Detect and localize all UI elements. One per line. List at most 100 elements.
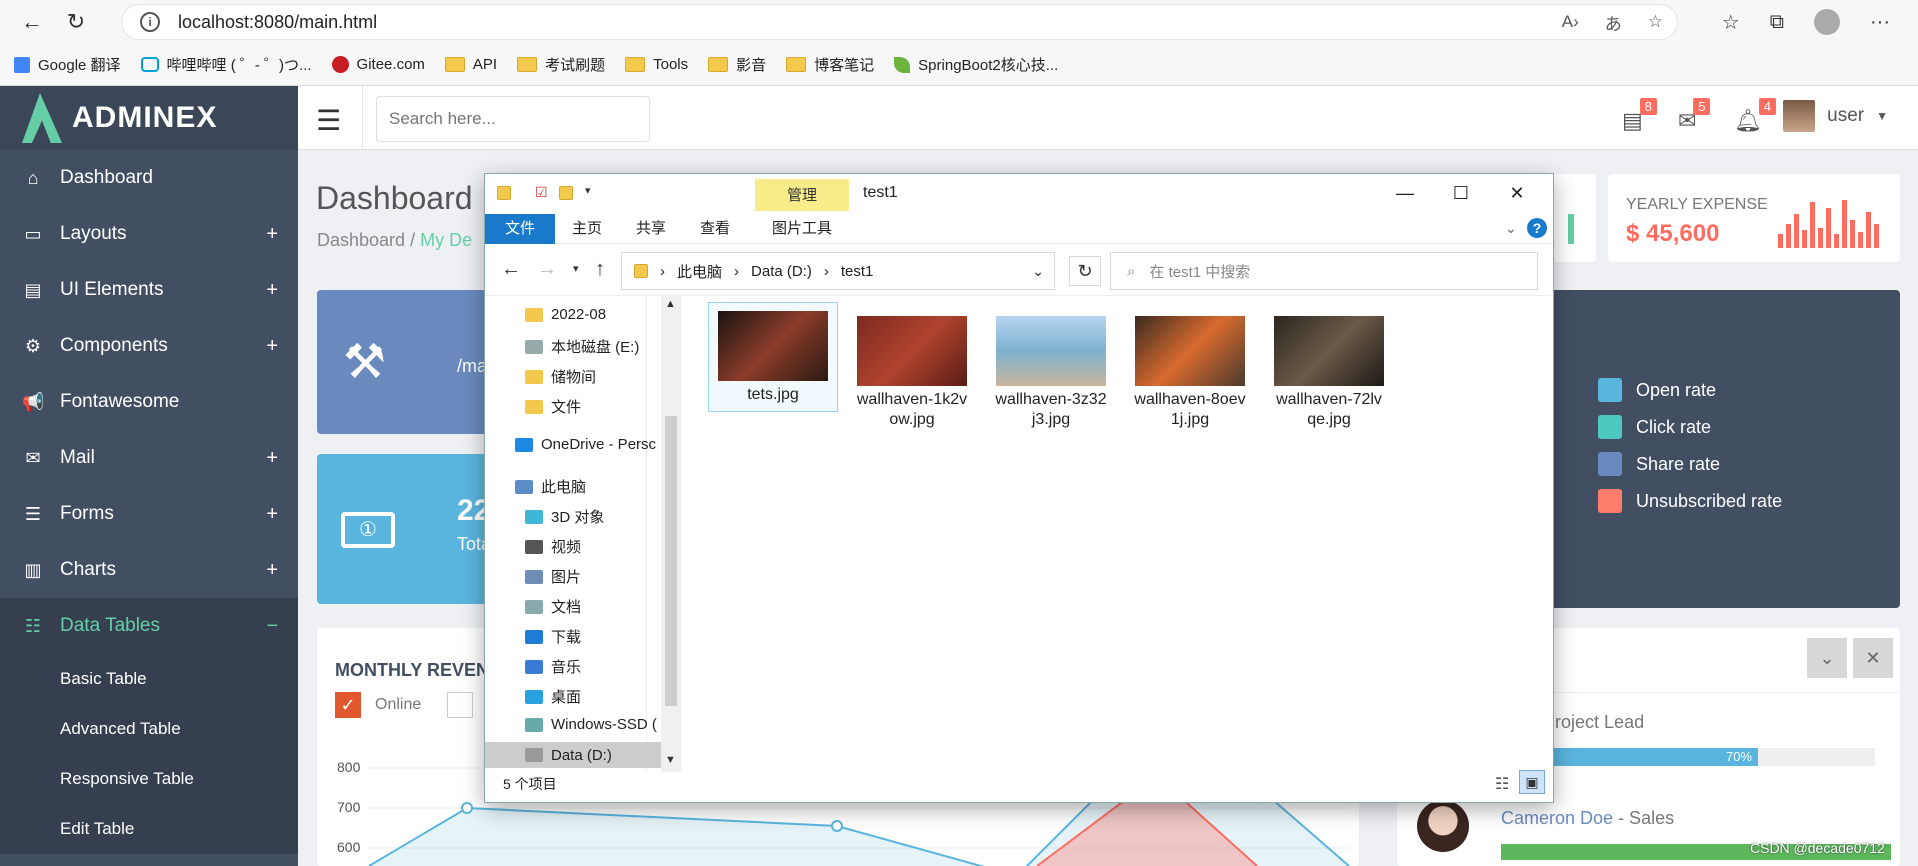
read-aloud-icon[interactable]: A› [1562,12,1579,32]
data-point[interactable] [461,802,473,814]
second-checkbox[interactable] [447,692,473,718]
back-icon[interactable]: ← [10,0,54,44]
profile-icon[interactable] [1814,9,1841,35]
nav-mail[interactable]: ✉ Mail + [0,430,298,486]
address-path[interactable]: › 此电脑 › Data (D:) › test1 ⌄ [621,252,1055,290]
more-icon[interactable]: ··· [1870,11,1890,34]
large-icons-view-icon[interactable]: ▣ [1519,770,1545,794]
file-item[interactable]: wallhaven-1k2vow.jpg [847,308,977,430]
nav-data-tables[interactable]: ☷ Data Tables − [0,598,298,654]
logo[interactable]: ADMINEX [0,86,298,150]
close-button[interactable]: ✕ [1853,638,1893,678]
mail-icon[interactable]: ✉ 5 [1678,98,1711,134]
nav-charts[interactable]: ▥ Charts + [0,542,298,598]
tasks-icon[interactable]: ▤ 8 [1622,98,1657,134]
bookmark-blog[interactable]: 博客笔记 [786,54,874,75]
customize-qat-icon[interactable]: ▾ [585,184,591,197]
tree-item[interactable]: 桌面 [525,686,581,707]
file-item[interactable]: tets.jpg [708,302,838,412]
favorites-icon[interactable]: ☆ [1722,10,1740,35]
tree-item[interactable]: 2022-08 [525,306,606,323]
caret-down-icon: ▼ [1876,109,1888,123]
window-title: test1 [863,184,898,201]
bookmark-tools[interactable]: Tools [625,56,688,73]
nav-forms[interactable]: ☰ Forms + [0,486,298,542]
tree-item[interactable]: 储物间 [525,366,596,387]
bookmark-springboot[interactable]: SpringBoot2核心技... [894,54,1058,75]
bookmark-bilibili[interactable]: 哔哩哔哩 ( ゜- ゜)つ... [140,54,312,75]
back-arrow-icon[interactable]: ← [501,258,521,281]
expand-ribbon-icon[interactable]: ⌄ [1505,220,1517,237]
favorite-add-icon[interactable]: ☆ [1648,12,1663,32]
nav-dashboard[interactable]: ⌂ Dashboard [0,150,298,206]
refresh-icon[interactable]: ↻ [54,0,98,44]
scroll-down-icon[interactable]: ▼ [665,754,676,766]
image-thumbnail [718,311,828,381]
manage-tab[interactable]: 管理 [755,179,849,211]
new-folder-icon[interactable] [559,186,573,200]
nav-basic-table[interactable]: Basic Table [0,654,298,704]
file-item[interactable]: wallhaven-72lvqe.jpg [1264,308,1394,430]
bookmark-media[interactable]: 影音 [708,54,766,75]
tree-item[interactable]: 音乐 [525,656,581,677]
scroll-thumb[interactable] [665,416,677,706]
tree-item[interactable]: 文件 [525,396,581,417]
nav-fontawesome[interactable]: 📢 Fontawesome [0,374,298,430]
tree-item[interactable]: 本地磁盘 (E:) [525,336,639,357]
tab-home[interactable]: 主页 [555,214,619,244]
tree-item[interactable]: 视频 [525,536,581,557]
nav-advanced-table[interactable]: Advanced Table [0,704,298,754]
minimize-icon[interactable]: — [1377,178,1433,210]
refresh-icon[interactable]: ↻ [1069,256,1101,286]
tree-item[interactable]: 文档 [525,596,581,617]
recent-dropdown-icon[interactable]: ▾ [573,262,579,275]
tree-scrollbar[interactable]: ▲ ▼ [661,296,681,772]
file-item[interactable]: wallhaven-3z32j3.jpg [986,308,1116,430]
up-arrow-icon[interactable]: ↑ [595,258,605,281]
bookmark-google-translate[interactable]: Google 翻译 [14,54,121,75]
tree-item[interactable]: OneDrive - Persc [515,436,656,453]
mail-badge: 5 [1693,98,1711,115]
menu-toggle-icon[interactable]: ☰ [316,104,341,137]
explorer-search-input[interactable]: ⌕ 在 test1 中搜索 [1110,252,1538,290]
path-dropdown-icon[interactable]: ⌄ [1032,263,1044,280]
tree-item[interactable]: 图片 [525,566,581,587]
maximize-icon[interactable]: ☐ [1433,178,1489,210]
address-bar[interactable]: i localhost:8080/main.html A› あ ☆ [122,5,1677,39]
tree-item[interactable]: Data (D:) [485,742,661,768]
tree-item[interactable]: 下载 [525,626,581,647]
tree-item[interactable]: Windows-SSD ( [525,716,657,733]
properties-icon[interactable]: ☑ [535,184,548,201]
tab-file[interactable]: 文件 [485,214,555,244]
online-checkbox[interactable]: ✓ [335,692,361,718]
user-menu[interactable]: user ▼ [1783,100,1888,132]
nav-responsive-table[interactable]: Responsive Table [0,754,298,804]
forward-arrow-icon[interactable]: → [537,258,557,281]
bookmark-gitee[interactable]: Gitee.com [331,56,425,73]
tab-picture-tools[interactable]: 图片工具 [755,214,849,244]
info-icon[interactable]: i [140,12,160,32]
close-icon[interactable]: ✕ [1489,178,1545,210]
bell-icon[interactable]: 🔔︎ 4 [1734,98,1776,134]
tree-item[interactable]: 3D 对象 [525,506,604,527]
nav-components[interactable]: ⚙ Components + [0,318,298,374]
tree-item[interactable]: 此电脑 [515,476,586,497]
translate-icon[interactable]: あ [1605,10,1622,35]
nav-layouts[interactable]: ▭ Layouts + [0,206,298,262]
collections-icon[interactable]: ⧉ [1770,11,1784,34]
nav-ui-elements[interactable]: ▤ UI Elements + [0,262,298,318]
collapse-button[interactable]: ⌄ [1807,638,1847,678]
search-input[interactable] [376,96,650,142]
tab-share[interactable]: 共享 [619,214,683,244]
help-icon[interactable]: ? [1527,218,1547,238]
bookmark-exam[interactable]: 考试刷题 [517,54,605,75]
tab-view[interactable]: 查看 [683,214,747,244]
bookmark-api[interactable]: API [444,56,497,73]
scroll-up-icon[interactable]: ▲ [665,298,676,310]
avatar [1783,100,1816,132]
data-point[interactable] [831,820,843,832]
nav-edit-table[interactable]: Edit Table [0,804,298,854]
file-explorer-window: ☑ ▾ 管理 test1 — ☐ ✕ 文件 主页 共享 查看 图片工具 ⌄ ? … [485,174,1553,802]
details-view-icon[interactable]: ☷ [1495,774,1509,794]
file-item[interactable]: wallhaven-8oev1j.jpg [1125,308,1255,430]
